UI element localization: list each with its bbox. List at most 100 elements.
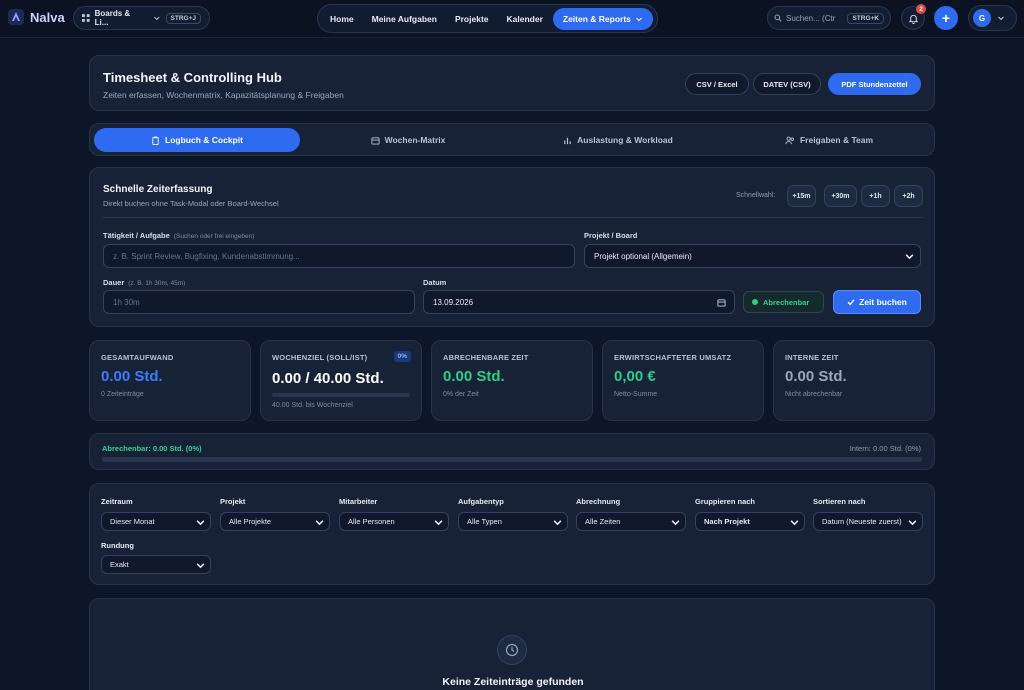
boards-shortcut: STRG+J — [165, 12, 201, 24]
nav-calendar[interactable]: Kalender — [499, 8, 551, 30]
notifications-button[interactable]: 2 — [901, 4, 926, 30]
filter-task-type-select[interactable]: Alle Typen — [458, 512, 568, 531]
quick-entry-subtitle: Direkt buchen ohne Task-Modal oder Board… — [103, 199, 279, 208]
quick-time-entry: Schnelle Zeiterfassung Direkt buchen ohn… — [89, 167, 935, 327]
divider — [103, 217, 923, 218]
app-name: Nalva — [30, 9, 65, 25]
main-nav: Home Meine Aufgaben Projekte Kalender Ze… — [317, 4, 658, 33]
quick-add-1h-button[interactable]: +1h — [861, 185, 890, 207]
billable-label: Abrechenbar — [763, 297, 810, 307]
tab-workload[interactable]: Auslastung & Workload — [515, 128, 721, 152]
project-select[interactable]: Projekt optional (Allgemein) — [584, 244, 921, 268]
check-icon — [847, 299, 855, 306]
filter-value: Dieser Monat — [110, 517, 155, 526]
filter-group-by-select[interactable]: Nach Projekt — [695, 512, 805, 531]
chevron-down-icon — [553, 520, 562, 526]
filter-period-select[interactable]: Dieser Monat — [101, 512, 211, 531]
tab-week-matrix-label: Wochen-Matrix — [384, 135, 446, 145]
project-select-value: Projekt optional (Allgemein) — [594, 251, 692, 261]
hub-header: Timesheet & Controlling Hub Zeiten erfas… — [89, 55, 935, 111]
nalva-logo-icon — [8, 9, 24, 25]
export-datev-button[interactable]: DATEV (CSV) — [753, 73, 821, 95]
nav-time-reports-label: Zeiten & Reports — [562, 13, 631, 24]
stat-label: GESAMTAUFWAND — [101, 353, 174, 362]
search-input[interactable]: Suchen... (Ctr STRG+K — [767, 6, 891, 30]
export-csv-button[interactable]: CSV / Excel — [685, 73, 749, 95]
duration-label: Dauer (z. B. 1h 30m, 45m) — [103, 278, 185, 287]
chevron-down-icon — [908, 518, 917, 527]
filter-project-select[interactable]: Alle Projekte — [220, 512, 330, 531]
quick-add-15m-button[interactable]: +15m — [787, 185, 816, 207]
filter-value: Nach Projekt — [704, 517, 750, 526]
stat-note: Nicht abrechenbar — [785, 391, 843, 398]
create-button[interactable]: + — [934, 6, 958, 30]
top-bar: Nalva Boards & Li... STRG+J Home Meine A… — [0, 0, 1024, 38]
duration-label-text: Dauer — [103, 278, 125, 287]
book-time-label: Zeit buchen — [859, 297, 907, 307]
export-pdf-button[interactable]: PDF Stundenzettel — [828, 73, 921, 95]
task-label: Tätigkeit / Aufgabe (Suchen oder frei ein… — [103, 231, 254, 240]
stat-value: 0,00 € — [614, 368, 656, 385]
quick-add-2h-button[interactable]: +2h — [894, 185, 923, 207]
filter-value: Alle Projekte — [229, 517, 272, 526]
user-menu-button[interactable]: G — [968, 5, 1017, 31]
quick-entry-title: Schnelle Zeiterfassung — [103, 184, 213, 195]
boards-label: Boards & Li... — [94, 9, 131, 27]
tab-week-matrix[interactable]: Wochen-Matrix — [305, 128, 511, 152]
nav-projects[interactable]: Projekte — [447, 8, 497, 30]
filter-value: Alle Zeiten — [585, 517, 621, 526]
chevron-down-icon — [196, 563, 205, 569]
stat-note: Netto-Summe — [614, 391, 658, 398]
date-value: 13.09.2026 — [433, 297, 474, 307]
book-time-button[interactable]: Zeit buchen — [833, 290, 921, 314]
chevron-down-icon — [434, 520, 443, 526]
page-title: Timesheet & Controlling Hub — [103, 70, 282, 85]
chevron-down-icon — [196, 520, 205, 526]
billable-indicator — [752, 299, 758, 305]
filter-sort-by-select[interactable]: Datum (Neueste zuerst) — [813, 512, 923, 531]
chevron-down-icon — [636, 17, 642, 21]
stat-card-internal: INTERNE ZEIT 0.00 Std. Nicht abrechenbar — [773, 340, 935, 421]
date-input[interactable]: 13.09.2026 — [423, 290, 735, 314]
empty-state-message: Keine Zeiteinträge gefunden — [442, 676, 584, 688]
filter-value: Exakt — [110, 560, 129, 569]
clipboard-icon — [152, 135, 159, 145]
stat-value: 0.00 Std. — [785, 368, 847, 385]
filter-billing-select[interactable]: Alle Zeiten — [576, 512, 686, 531]
filter-value: Datum (Neueste zuerst) — [822, 517, 902, 526]
stat-note: 0% der Zeit — [443, 391, 479, 398]
filter-label-sort-by: Sortieren nach — [813, 497, 866, 506]
calendar-icon — [371, 136, 380, 145]
nav-my-tasks[interactable]: Meine Aufgaben — [364, 8, 445, 30]
task-label-text: Tätigkeit / Aufgabe — [103, 231, 170, 240]
stat-value: 0.00 / 40.00 Std. — [272, 370, 384, 387]
stat-card-weekly-goal: WOCHENZIEL (SOLL/IST) 0% 0.00 / 40.00 St… — [260, 340, 422, 421]
stat-label: ERWIRTSCHAFTETER UMSATZ — [614, 353, 732, 362]
billable-ratio-label: Abrechenbar: 0.00 Std. (0%) — [102, 444, 202, 453]
nav-time-reports[interactable]: Zeiten & Reports — [552, 7, 653, 30]
quick-add-30m-button[interactable]: +30m — [824, 185, 857, 207]
clock-icon — [497, 635, 527, 665]
goal-percent-badge: 0% — [393, 351, 411, 362]
search-placeholder: Suchen... (Ctr — [786, 13, 836, 23]
duration-input[interactable]: 1h 30m — [103, 290, 415, 314]
avatar: G — [973, 9, 991, 27]
tab-workload-label: Auslastung & Workload — [577, 135, 673, 145]
bar-chart-icon — [564, 137, 571, 144]
billable-toggle[interactable]: Abrechenbar — [743, 291, 824, 313]
boards-switcher-button[interactable]: Boards & Li... STRG+J — [73, 6, 210, 30]
stat-note: 40.00 Std. bis Wochenziel — [272, 402, 353, 409]
nav-home[interactable]: Home — [322, 8, 362, 30]
app-logo[interactable]: Nalva — [8, 9, 65, 25]
time-entries-list: Keine Zeiteinträge gefunden — [89, 598, 935, 690]
view-tabs: Logbuch & Cockpit Wochen-Matrix Auslastu… — [89, 123, 935, 156]
plus-icon: + — [941, 10, 951, 26]
task-input[interactable]: z. B. Sprint Review, Bugfixing, Kundenab… — [103, 244, 575, 268]
grid-icon — [82, 14, 90, 22]
tab-logbook[interactable]: Logbuch & Cockpit — [94, 128, 300, 152]
filter-rounding-select[interactable]: Exakt — [101, 555, 211, 574]
stat-value: 0.00 Std. — [101, 368, 163, 385]
filter-employee-select[interactable]: Alle Personen — [339, 512, 449, 531]
chevron-down-icon — [998, 16, 1004, 21]
tab-approvals[interactable]: Freigaben & Team — [726, 128, 932, 152]
